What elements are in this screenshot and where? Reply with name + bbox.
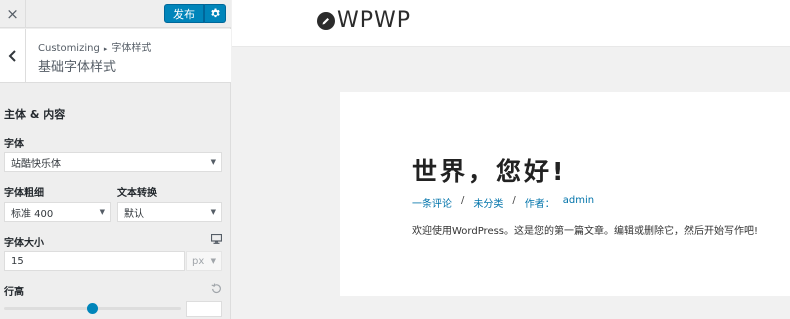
font-size-unit: px — [192, 255, 205, 267]
font-weight-label: 字体粗细 — [4, 188, 44, 199]
group-title: 主体 & 内容 — [4, 108, 66, 121]
line-height-label: 行高 — [4, 287, 24, 298]
category-link[interactable]: 未分类 — [473, 195, 503, 210]
font-weight-value: 标准 400 — [11, 208, 54, 220]
site-preview: WPWP 世界，您好! 一条评论 / 未分类 / 作者： admin 欢迎使用W… — [232, 0, 790, 319]
publish-button[interactable]: 发布 — [164, 4, 204, 23]
font-family-label: 字体 — [4, 139, 24, 150]
post-card: 世界，您好! 一条评论 / 未分类 / 作者： admin 欢迎使用WordPr… — [340, 92, 790, 296]
breadcrumb-root: Customizing — [38, 43, 100, 54]
comments-link[interactable]: 一条评论 — [412, 195, 452, 210]
font-family-value: 站酷快乐体 — [11, 158, 61, 170]
font-family-select[interactable]: 站酷快乐体 ▼ — [4, 152, 222, 172]
customizer-header: × 发布 — [0, 0, 231, 28]
author-link[interactable]: admin — [563, 195, 594, 210]
back-button[interactable] — [0, 29, 26, 83]
publish-group: 发布 — [164, 4, 226, 23]
font-size-input[interactable]: 15 — [4, 251, 185, 271]
site-logo[interactable]: WPWP — [317, 8, 411, 33]
section-heading: 基础字体样式 — [38, 60, 117, 75]
dropdown-arrow-icon: ▼ — [210, 257, 216, 265]
line-height-slider-handle[interactable] — [87, 303, 98, 314]
font-weight-select[interactable]: 标准 400 ▼ — [4, 202, 111, 222]
reset-icon-svg — [210, 283, 221, 294]
author-label: 作者： — [524, 199, 555, 210]
section-title-panel: Customizing ▸ 字体样式 基础字体样式 — [0, 29, 231, 83]
text-transform-label: 文本转换 — [117, 188, 157, 199]
close-icon: × — [6, 5, 19, 23]
back-chevron-icon — [8, 50, 16, 62]
dropdown-arrow-icon: ▼ — [210, 208, 216, 216]
customizer-sidebar: × 发布 Customizing ▸ 字体样式 基础字体样式 主体 & 内容 字体 … — [0, 0, 231, 319]
dropdown-arrow-icon: ▼ — [210, 158, 216, 166]
meta-separator: / — [512, 195, 516, 206]
post-excerpt: 欢迎使用WordPress。这是您的第一篇文章。编辑或删除它，然后开始写作吧! — [412, 226, 759, 237]
font-size-unit-select[interactable]: px ▼ — [186, 251, 222, 271]
breadcrumb: Customizing ▸ 字体样式 — [38, 39, 151, 54]
font-size-label: 字体大小 — [4, 238, 44, 249]
gear-icon — [210, 8, 220, 18]
line-height-value-input[interactable] — [186, 301, 222, 317]
reset-icon[interactable] — [209, 282, 223, 295]
desktop-device-icon[interactable] — [209, 233, 223, 245]
text-transform-select[interactable]: 默认 ▼ — [117, 202, 222, 222]
publish-settings-button[interactable] — [204, 4, 226, 23]
site-header: WPWP — [232, 0, 790, 47]
desktop-device-icon-svg — [210, 234, 222, 244]
dropdown-arrow-icon: ▼ — [99, 208, 105, 216]
breadcrumb-current: 字体样式 — [111, 43, 152, 54]
site-logo-text: WPWP — [337, 8, 412, 33]
meta-separator: / — [461, 195, 465, 206]
font-size-value: 15 — [11, 255, 24, 267]
breadcrumb-separator-icon: ▸ — [103, 45, 108, 53]
post-title[interactable]: 世界，您好! — [412, 152, 566, 188]
post-meta: 一条评论 / 未分类 / 作者： admin — [412, 195, 594, 210]
close-customizer-button[interactable]: × — [0, 0, 26, 28]
pencil-icon — [317, 11, 335, 30]
text-transform-value: 默认 — [124, 208, 144, 220]
